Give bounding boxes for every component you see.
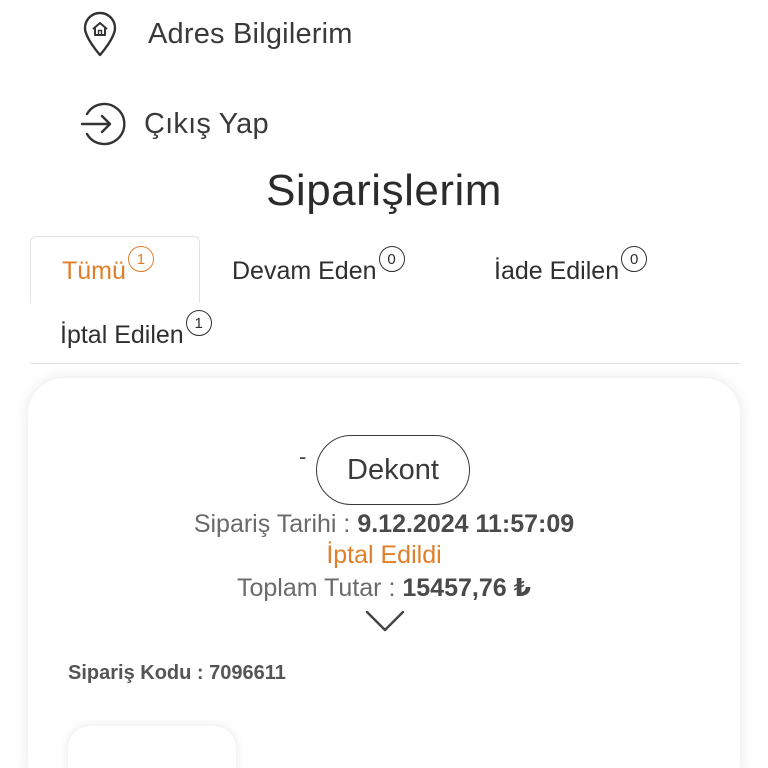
order-code-label: Sipariş Kodu :: [68, 662, 210, 684]
product-thumbnail[interactable]: [68, 726, 236, 768]
order-total-value: 15457,76 ₺: [402, 574, 531, 602]
tab-returned-count: 0: [621, 246, 648, 272]
order-date-label: Sipariş Tarihi :: [193, 510, 358, 538]
order-total-label: Toplam Tutar :: [237, 574, 403, 602]
order-total-line: Toplam Tutar : 15457,76 ₺: [0, 573, 768, 603]
tab-returned-label: İade Edilen: [494, 257, 620, 285]
tabs-divider: [30, 363, 740, 364]
menu-item-address-label: Adres Bilgilerim: [148, 17, 353, 50]
home-location-icon: [80, 10, 128, 58]
tab-all-count: 1: [127, 246, 154, 272]
menu-item-address[interactable]: Adres Bilgilerim: [80, 10, 353, 58]
tab-all-label: Tümü: [62, 257, 126, 285]
orders-page: Adres Bilgilerim Çıkış Yap Siparişlerim …: [0, 0, 768, 768]
tab-in-progress-count: 0: [378, 246, 405, 272]
order-code-value: 7096611: [209, 662, 286, 684]
page-title: Siparişlerim: [266, 166, 502, 215]
menu-item-logout[interactable]: Çıkış Yap: [80, 100, 269, 148]
chevron-down-icon[interactable]: [364, 608, 406, 634]
order-date-value: 9.12.2024 11:57:09: [357, 510, 575, 538]
tab-in-progress-label: Devam Eden: [232, 257, 377, 285]
receipt-button[interactable]: Dekont: [316, 435, 470, 505]
order-date-line: Sipariş Tarihi : 9.12.2024 11:57:09: [0, 510, 768, 539]
order-code: Sipariş Kodu : 7096611: [68, 662, 286, 685]
tab-cancelled[interactable]: İptal Edilen 1: [60, 310, 212, 350]
tab-all[interactable]: Tümü 1: [62, 246, 154, 286]
logout-arrow-icon: [80, 100, 128, 148]
tab-cancelled-count: 1: [185, 310, 212, 336]
order-tabs: Tümü 1 Devam Eden 0 İade Edilen 0 İptal …: [30, 236, 742, 364]
tab-in-progress[interactable]: Devam Eden 0: [232, 246, 405, 286]
order-status: İptal Edildi: [326, 541, 442, 569]
order-dash: -: [299, 444, 307, 469]
tab-returned[interactable]: İade Edilen 0: [494, 246, 648, 286]
order-status-line: İptal Edildi: [0, 541, 768, 570]
tab-cancelled-label: İptal Edilen: [60, 321, 184, 349]
menu-item-logout-label: Çıkış Yap: [144, 107, 269, 140]
